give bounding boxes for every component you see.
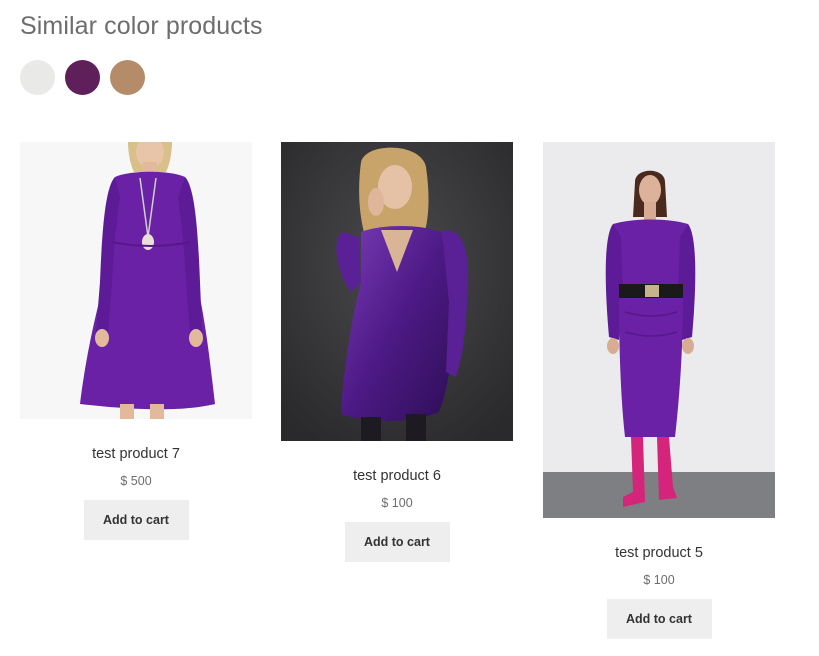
product-title[interactable]: test product 6 <box>281 466 513 486</box>
product-price: $ 100 <box>643 573 675 587</box>
add-to-cart-button[interactable]: Add to cart <box>83 500 189 540</box>
section-title: Similar color products <box>20 12 263 40</box>
swatch-light-gray[interactable] <box>20 60 55 95</box>
product-title[interactable]: test product 5 <box>543 543 775 563</box>
product-card: test product 7 $ 500 Add to cart <box>20 142 252 540</box>
swatch-plum[interactable] <box>65 60 100 95</box>
product-card: test product 5 $ 100 Add to cart <box>543 142 775 639</box>
product-title[interactable]: test product 7 <box>20 444 252 464</box>
product-image[interactable] <box>543 142 775 518</box>
color-swatches <box>20 60 145 96</box>
product-card: test product 6 $ 100 Add to cart <box>281 142 513 562</box>
product-price: $ 100 <box>381 496 413 510</box>
product-image[interactable] <box>281 142 513 441</box>
add-to-cart-button[interactable]: Add to cart <box>606 599 712 639</box>
add-to-cart-button[interactable]: Add to cart <box>344 522 450 562</box>
purple-velvet-dress-photo <box>281 142 513 441</box>
swatch-tan[interactable] <box>110 60 145 95</box>
purple-midi-dress-photo <box>20 142 252 419</box>
purple-belted-dress-photo <box>543 142 775 518</box>
product-price: $ 500 <box>120 474 152 488</box>
product-image[interactable] <box>20 142 252 419</box>
